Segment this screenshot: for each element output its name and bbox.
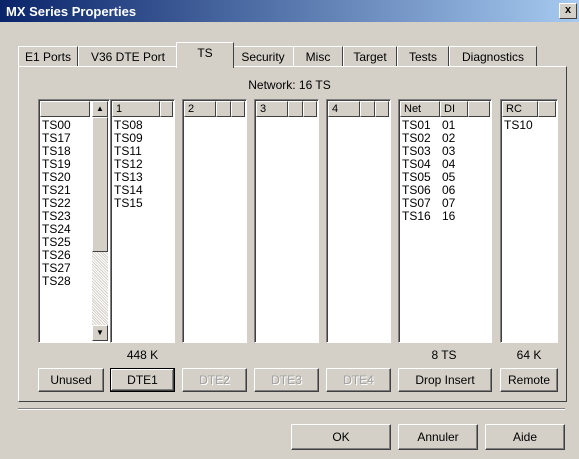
list-item[interactable]: TS15 xyxy=(114,197,171,210)
dl-header-cell[interactable]: DI xyxy=(440,101,468,117)
scroll-thumb[interactable] xyxy=(92,117,108,252)
dte1-list-header: 1 xyxy=(112,101,173,117)
dte2-list[interactable]: 2 xyxy=(182,99,247,343)
dte3-header-spacer xyxy=(303,101,317,117)
rc-list-header: RC xyxy=(502,101,556,117)
scroll-down-icon[interactable]: ▼ xyxy=(92,325,108,341)
net-cell: TS16 xyxy=(402,209,431,223)
net-header-spacer xyxy=(468,101,490,117)
scroll-up-icon[interactable]: ▲ xyxy=(92,101,108,117)
dte4-list-header: 4 xyxy=(328,101,389,117)
dte1-bandwidth-label: 448 K xyxy=(126,348,159,362)
net-items: TS01 01 TS02 02 TS03 03 TS04 04 TS05 05 TS06 0… xyxy=(402,119,488,223)
dte4-header-cell[interactable]: 4 xyxy=(328,101,360,117)
tab-diagnostics[interactable]: Diagnostics xyxy=(449,46,537,67)
ok-button[interactable]: OK xyxy=(291,424,391,450)
dte1-button[interactable]: DTE1 xyxy=(110,368,175,392)
net-cell: TS05 xyxy=(402,170,431,184)
net-cell: TS04 xyxy=(402,157,431,171)
unused-items: TS00 TS17 TS18 TS19 TS20 TS21 TS22 TS23 … xyxy=(42,119,89,288)
remote-button[interactable]: Remote xyxy=(500,368,558,392)
unused-scrollbar[interactable]: ▲ ▼ xyxy=(92,101,108,341)
rc-header-cell[interactable]: RC xyxy=(502,101,538,117)
dte1-items: TS08 TS09 TS11 TS12 TS13 TS14 TS15 xyxy=(114,119,171,210)
tab-security[interactable]: Security xyxy=(232,46,294,67)
dte3-header-spacer xyxy=(288,101,303,117)
tab-tests[interactable]: Tests xyxy=(397,46,449,67)
dte2-button: DTE2 xyxy=(182,368,247,392)
dte1-header-spacer xyxy=(160,101,173,117)
divider xyxy=(18,408,565,410)
unused-button[interactable]: Unused xyxy=(38,368,104,392)
dte1-header-cell[interactable]: 1 xyxy=(112,101,160,117)
dte1-list[interactable]: 1 TS08 TS09 TS11 TS12 TS13 TS14 TS15 xyxy=(110,99,175,343)
net-cell: TS01 xyxy=(402,118,431,132)
net-header-cell[interactable]: Net xyxy=(400,101,440,117)
dte4-header-spacer xyxy=(375,101,389,117)
dte4-button: DTE4 xyxy=(326,368,391,392)
tab-ts[interactable]: TS xyxy=(176,42,234,68)
dl-cell: 16 xyxy=(442,209,456,223)
tab-v36-dte-port[interactable]: V36 DTE Port xyxy=(78,46,178,67)
net-list-header: Net DI xyxy=(400,101,490,117)
net-count-label: 8 TS xyxy=(431,348,457,362)
rc-items: TS10 xyxy=(504,119,554,132)
dte3-header-cell[interactable]: 3 xyxy=(256,101,288,117)
net-list[interactable]: Net DI TS01 01 TS02 02 TS03 03 TS04 04 TS05 0… xyxy=(398,99,492,343)
help-button[interactable]: Aide xyxy=(485,424,565,450)
dte2-header-spacer xyxy=(216,101,231,117)
net-cell: TS07 xyxy=(402,196,431,210)
window-title: MX Series Properties xyxy=(6,4,137,19)
dte4-list[interactable]: 4 xyxy=(326,99,391,343)
net-cell: TS06 xyxy=(402,183,431,197)
table-row[interactable]: TS16 16 xyxy=(402,210,488,223)
properties-dialog: MX Series Properties x E1 Ports V36 DTE … xyxy=(0,0,579,459)
title-bar[interactable]: MX Series Properties x xyxy=(0,0,579,22)
tab-misc[interactable]: Misc xyxy=(293,46,343,67)
drop-insert-button[interactable]: Drop Insert xyxy=(398,368,492,392)
dte3-list[interactable]: 3 xyxy=(254,99,319,343)
tab-target[interactable]: Target xyxy=(343,46,397,67)
close-button[interactable]: x xyxy=(559,3,577,19)
rc-bandwidth-label: 64 K xyxy=(516,348,542,362)
list-item[interactable]: TS28 xyxy=(42,275,89,288)
net-cell: TS02 xyxy=(402,131,431,145)
tab-e1-ports[interactable]: E1 Ports xyxy=(18,46,78,67)
cancel-button[interactable]: Annuler xyxy=(398,424,478,450)
unused-list[interactable]: TS00 TS17 TS18 TS19 TS20 TS21 TS22 TS23 … xyxy=(38,99,110,343)
dte2-header-spacer xyxy=(231,101,245,117)
dte4-header-spacer xyxy=(360,101,375,117)
dte2-header-cell[interactable]: 2 xyxy=(184,101,216,117)
dte3-button: DTE3 xyxy=(254,368,319,392)
dte3-list-header: 3 xyxy=(256,101,317,117)
rc-list[interactable]: RC TS10 xyxy=(500,99,558,343)
unused-header-cell[interactable] xyxy=(40,101,90,117)
network-label: Network: 16 TS xyxy=(248,78,331,92)
list-item[interactable]: TS10 xyxy=(504,119,554,132)
rc-header-spacer xyxy=(538,101,556,117)
net-cell: TS03 xyxy=(402,144,431,158)
dte2-list-header: 2 xyxy=(184,101,245,117)
